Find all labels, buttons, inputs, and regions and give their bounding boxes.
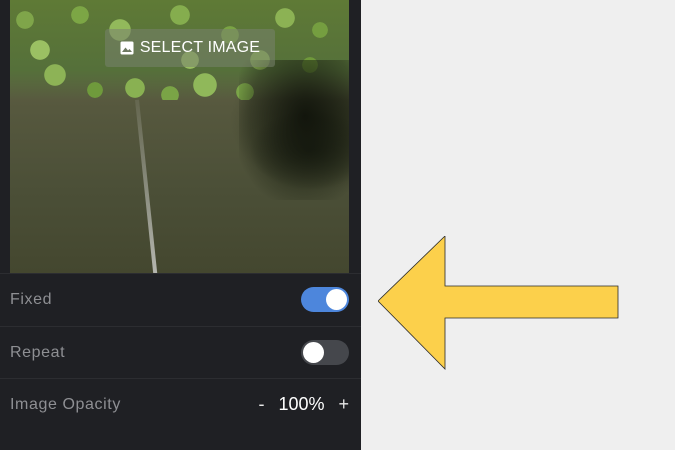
opacity-value: 100% <box>278 394 325 414</box>
select-image-button[interactable]: SELECT IMAGE <box>105 29 275 67</box>
image-icon <box>120 41 134 55</box>
repeat-row: Repeat <box>0 326 361 378</box>
image-opacity-row: Image Opacity - 100% + <box>0 378 361 430</box>
image-opacity-label: Image Opacity <box>10 395 121 413</box>
opacity-stepper: - 100% + <box>258 394 349 415</box>
reflection-decor <box>135 99 158 273</box>
fixed-row: Fixed <box>0 273 361 325</box>
background-image-preview[interactable]: SELECT IMAGE <box>10 0 349 273</box>
left-arrow-icon <box>377 235 622 375</box>
opacity-increment-button[interactable]: + <box>338 394 349 415</box>
repeat-toggle[interactable] <box>301 340 349 365</box>
select-image-label: SELECT IMAGE <box>139 39 261 56</box>
settings-panel: SELECT IMAGE Fixed Repeat Image Opacity … <box>0 0 361 450</box>
fixed-label: Fixed <box>10 290 53 308</box>
opacity-decrement-button[interactable]: - <box>258 394 264 415</box>
shadow-decor <box>239 60 349 200</box>
repeat-toggle-knob <box>303 342 324 363</box>
fixed-toggle-knob <box>326 289 347 310</box>
fixed-toggle[interactable] <box>301 287 349 312</box>
repeat-label: Repeat <box>10 343 66 361</box>
